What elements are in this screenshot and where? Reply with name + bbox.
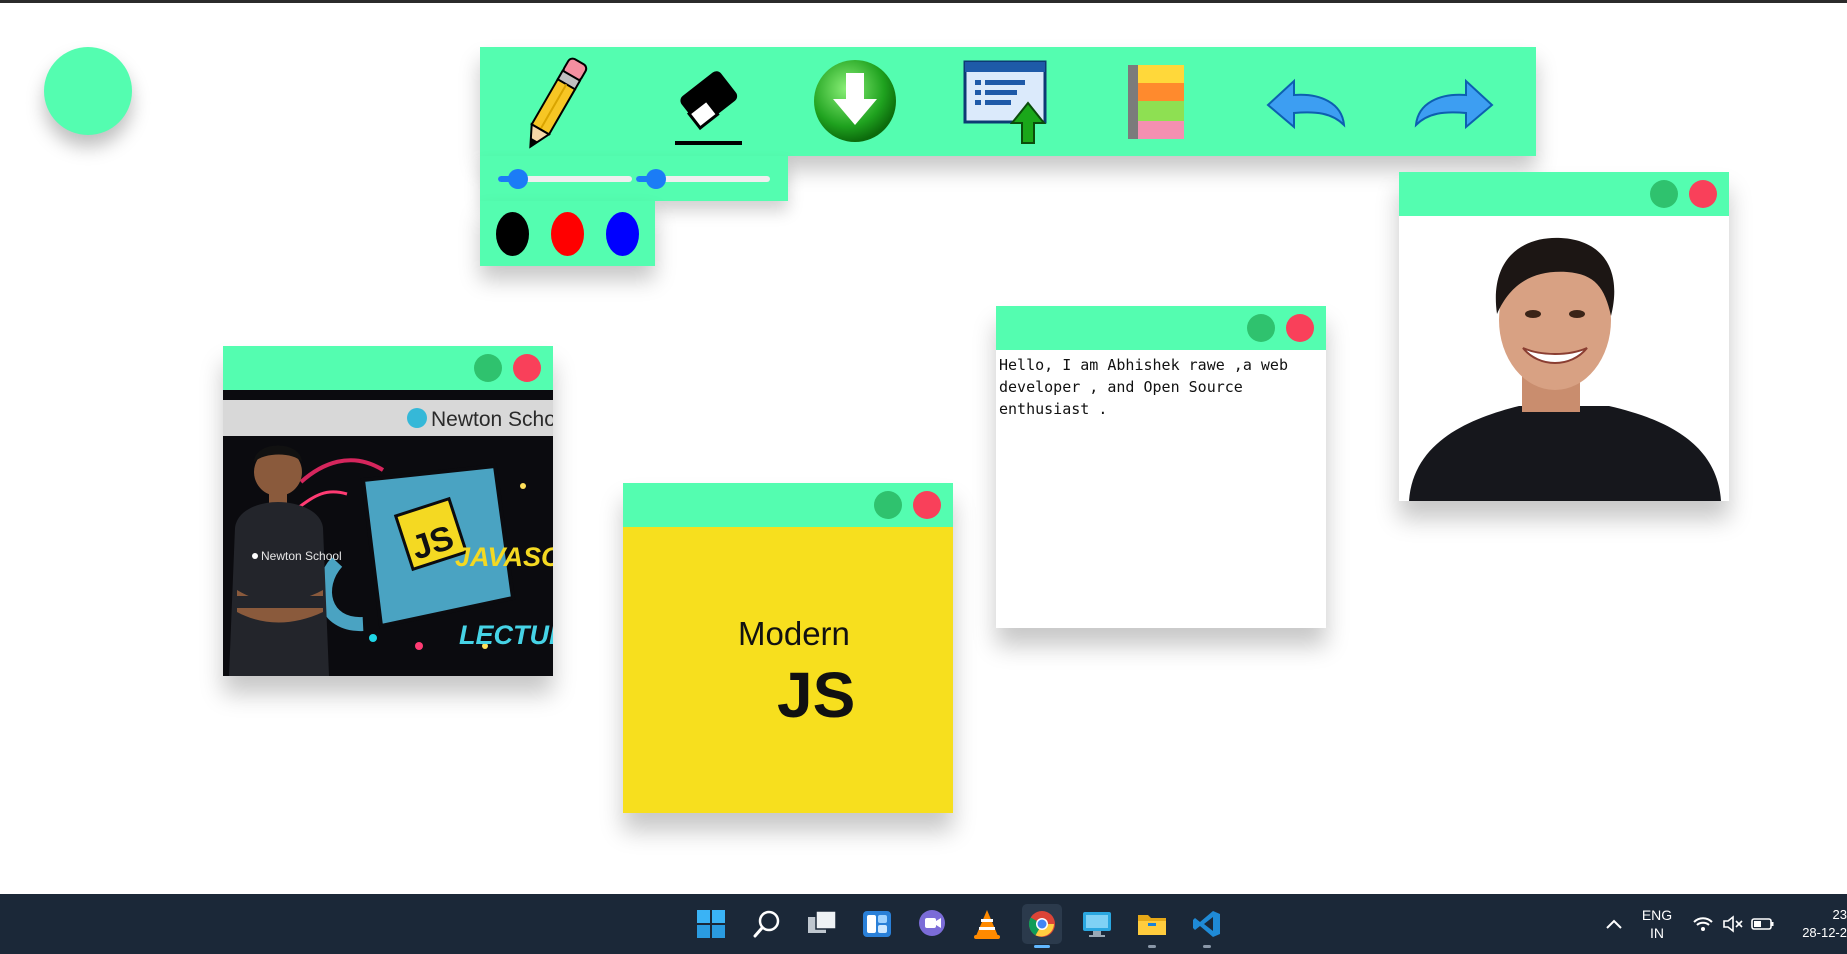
color-red-swatch[interactable] — [551, 212, 584, 256]
redo-icon — [1414, 78, 1494, 130]
minimize-button[interactable] — [1650, 180, 1678, 208]
lecture-label: LECTURE 3 — [459, 620, 553, 650]
color-black-swatch[interactable] — [496, 212, 529, 256]
close-button[interactable] — [1689, 180, 1717, 208]
slider-thumb[interactable] — [646, 169, 667, 189]
chevron-up-icon[interactable] — [1594, 904, 1634, 944]
toolbar — [480, 47, 1536, 156]
eraser-size-slider[interactable] — [636, 169, 770, 189]
running-indicator — [1148, 945, 1156, 948]
chrome-icon[interactable] — [1022, 904, 1062, 948]
close-button[interactable] — [513, 354, 541, 382]
profile-photo — [1399, 216, 1729, 501]
eraser-icon — [675, 71, 742, 145]
note-header[interactable] — [623, 483, 953, 527]
note-header[interactable] — [996, 306, 1326, 350]
clock[interactable]: 23 28-12-2 — [1790, 906, 1847, 942]
menu-circle-button[interactable] — [44, 47, 132, 135]
active-indicator — [1034, 945, 1050, 948]
pencil-color-panel — [480, 201, 655, 266]
sticky-note-modern-js[interactable]: Modern JS — [623, 483, 953, 813]
pencil-size-slider[interactable] — [498, 169, 632, 189]
note-image: Newton School JS JAVASCRIPT LECTURE 3 Ne… — [223, 390, 553, 676]
brand-text: Newton School — [431, 408, 553, 431]
note-header[interactable] — [1399, 172, 1729, 216]
language-region: IN — [1650, 925, 1664, 941]
sticky-note-photo[interactable] — [1399, 172, 1729, 501]
pencil-icon — [529, 57, 588, 149]
windows-start-icon[interactable] — [691, 904, 731, 944]
sticky-note-text[interactable]: Hello, I am Abhishek rawe ,a web develop… — [996, 306, 1326, 628]
course-title: JAVASCRIPT — [455, 542, 553, 572]
sticky-note-icon — [1128, 65, 1184, 139]
chat-icon[interactable] — [912, 904, 952, 944]
tool-size-panel — [480, 156, 788, 201]
sticky-note-button[interactable] — [1080, 47, 1230, 156]
download-button[interactable] — [780, 47, 930, 156]
upload-button[interactable] — [930, 47, 1080, 156]
close-button[interactable] — [913, 491, 941, 519]
undo-icon — [1266, 78, 1346, 130]
redo-button[interactable] — [1380, 47, 1530, 156]
battery-icon[interactable] — [1748, 904, 1778, 944]
download-icon — [814, 60, 896, 142]
sticky-note-lecture[interactable]: Newton School JS JAVASCRIPT LECTURE 3 Ne… — [223, 346, 553, 676]
undo-button[interactable] — [1230, 47, 1380, 156]
running-indicator — [1203, 945, 1211, 948]
lecture-thumbnail-image: Newton School JS JAVASCRIPT LECTURE 3 Ne… — [223, 390, 553, 676]
pencil-tool-button[interactable] — [480, 47, 630, 156]
note-textarea[interactable]: Hello, I am Abhishek rawe ,a web develop… — [996, 350, 1326, 628]
color-blue-swatch[interactable] — [606, 212, 639, 256]
language-code: ENG — [1641, 907, 1673, 923]
upload-icon — [963, 60, 1047, 144]
eraser-tool-button[interactable] — [630, 47, 780, 156]
file-explorer-icon[interactable] — [1132, 904, 1172, 948]
logo-text-js: JS — [777, 659, 855, 731]
wifi-icon[interactable] — [1688, 904, 1718, 944]
note-image: Modern JS — [623, 527, 953, 813]
taskbar: ENG IN 23 28-12-2 — [0, 894, 1847, 954]
search-icon[interactable] — [747, 904, 787, 944]
minimize-button[interactable] — [1247, 314, 1275, 342]
note-header[interactable] — [223, 346, 553, 390]
widgets-icon[interactable] — [857, 904, 897, 944]
vlc-icon[interactable] — [967, 904, 1007, 944]
task-view-icon[interactable] — [802, 904, 842, 944]
clock-date: 28-12-2 — [1802, 925, 1847, 940]
close-button[interactable] — [1286, 314, 1314, 342]
remote-desktop-icon[interactable] — [1077, 904, 1117, 944]
clock-time: 23 — [1832, 907, 1847, 922]
logo-text-modern: Modern — [738, 615, 850, 652]
window-top-border — [0, 0, 1847, 3]
volume-muted-icon[interactable] — [1718, 904, 1748, 944]
slider-thumb[interactable] — [508, 169, 529, 189]
minimize-button[interactable] — [474, 354, 502, 382]
minimize-button[interactable] — [874, 491, 902, 519]
language-indicator[interactable]: ENG IN — [1636, 906, 1678, 942]
shirt-logo-text: Newton School — [261, 549, 342, 563]
vscode-icon[interactable] — [1187, 904, 1227, 948]
modern-js-logo: Modern JS — [738, 615, 855, 731]
note-image — [1399, 216, 1729, 501]
